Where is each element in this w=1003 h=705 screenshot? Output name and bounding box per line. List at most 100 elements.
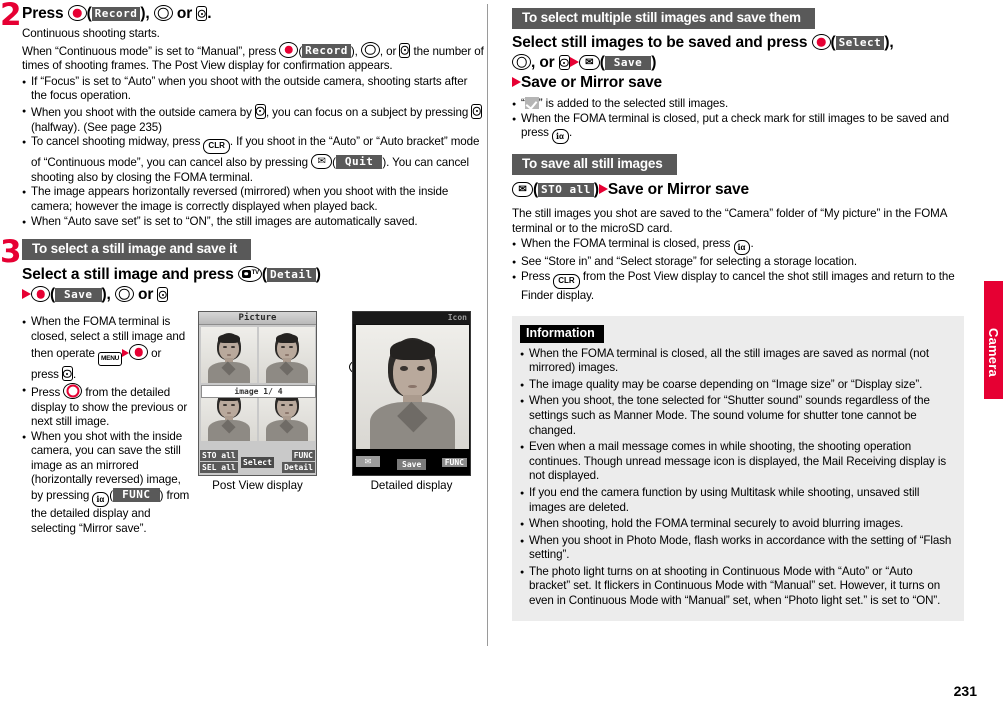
bullet-store-in: See “Store in” and “Select storage” for … xyxy=(512,255,964,270)
softkey-mail-icon[interactable]: ✉ xyxy=(356,456,380,468)
mail-key-icon xyxy=(311,154,333,170)
sa-b3-text-a: Press xyxy=(521,269,551,283)
step-3-figures-row: When the FOMA terminal is closed, select… xyxy=(22,311,484,535)
step-2-heading: Press (Record), or . xyxy=(22,5,212,22)
bullet-mirror-save: When you shot with the inside camera, yo… xyxy=(22,430,190,537)
save-all-body: The still images you shot are saved to t… xyxy=(512,207,964,303)
step-2-body: Continuous shooting starts. When “Contin… xyxy=(22,27,484,229)
bullet-outside-camera-focus: When you shoot with the outside camera b… xyxy=(22,103,484,135)
multi-heading-text: Select still images to be saved and pres… xyxy=(512,34,808,51)
i-alpha-key-icon: iα xyxy=(551,129,569,145)
center-select-key-icon xyxy=(129,344,148,361)
edge-tab-label: Camera xyxy=(986,327,1001,377)
center-select-key-icon xyxy=(31,286,50,303)
step-2: 2 Press (Record), or . Continuous shooti… xyxy=(0,0,484,229)
left-column: 2 Press (Record), or . Continuous shooti… xyxy=(0,0,484,535)
post-view-screen: Picture image 1/ 4 STO all SEL all Selec… xyxy=(198,311,317,477)
mo-key-icon xyxy=(114,286,134,303)
page-number: 231 xyxy=(953,683,977,699)
i-alpha-key-icon: iα xyxy=(733,240,751,256)
information-item: When the FOMA terminal is closed, all th… xyxy=(520,347,954,376)
arrow-right-icon xyxy=(512,77,521,87)
information-item: When shooting, hold the FOMA terminal se… xyxy=(520,517,954,532)
step-2-line-2c: , or xyxy=(379,44,397,58)
save-all-heading-text: Save or Mirror save xyxy=(607,181,749,199)
step-2-heading-press: Press xyxy=(22,5,64,22)
b2-text: When the FOMA terminal is closed, put a … xyxy=(521,111,949,140)
step-2-line-2a: When “Continuous mode” is set to “Manual… xyxy=(22,44,277,58)
column-divider xyxy=(487,4,488,646)
information-list: When the FOMA terminal is closed, all th… xyxy=(520,347,954,609)
center-select-key-icon xyxy=(67,5,87,21)
bullet-cancel-midway: To cancel shooting midway, press CLR. If… xyxy=(22,135,484,185)
bullet2-text-b: , you can focus on a subject by pressing xyxy=(265,105,469,119)
sa-b3-text-b: from the Post View display to cancel the… xyxy=(521,269,955,302)
bullet-auto-save-set: When “Auto save set” is set to “ON”, the… xyxy=(22,215,484,230)
save-all-bullets: When the FOMA terminal is closed, press … xyxy=(512,237,964,303)
mail-key-icon xyxy=(578,55,600,70)
section-save-all: To save all still images (STO all)Save o… xyxy=(512,154,964,303)
step-3-number: 3 xyxy=(0,234,22,271)
figure-detailed-display: Icon ✉ Save FUNC Detailed display xyxy=(352,311,471,493)
center-select-key-icon xyxy=(279,41,299,58)
softkey-save-label: Save xyxy=(55,288,102,303)
section-header-select-save: To select a still image and save it xyxy=(22,239,252,261)
softkey-detail[interactable]: Detail xyxy=(282,462,315,474)
i-alpha-key-icon: iα xyxy=(92,492,110,508)
camera-side-key-icon xyxy=(399,42,411,58)
bullet3-text-a: To cancel shooting midway, press xyxy=(31,135,201,149)
step-3: 3 To select a still image and save it Se… xyxy=(0,237,484,535)
clr-key-icon: CLR xyxy=(203,139,230,155)
clr-key-icon: CLR xyxy=(553,273,580,289)
softkey-sto-all[interactable]: STO all xyxy=(200,450,238,462)
thumbnail-item[interactable] xyxy=(201,327,257,384)
softkey-detail-label: Detail xyxy=(266,268,316,283)
softkey-select[interactable]: Select xyxy=(241,457,274,469)
bullet-focus-auto: If “Focus” is set to “Auto” when you sho… xyxy=(22,75,484,104)
step-3-heading-line-1: Select a still image and press TV(Detail… xyxy=(22,266,321,284)
b2-text-a: Press xyxy=(31,385,61,399)
bullet-terminal-closed-check: When the FOMA terminal is closed, put a … xyxy=(512,112,964,145)
bullet-terminal-closed: When the FOMA terminal is closed, select… xyxy=(22,315,190,383)
thumbnail-item[interactable] xyxy=(259,327,315,384)
step-3-heading-line-2: (Save), or xyxy=(22,285,484,305)
information-item: When you shoot in Photo Mode, flash work… xyxy=(520,534,954,563)
softkey-quit-label: Quit xyxy=(335,155,383,170)
arrow-right-icon xyxy=(122,349,129,358)
multi-heading-save-mirror: Save or Mirror save xyxy=(521,74,663,91)
b-text-b: ” is added to the selected still images. xyxy=(538,97,729,110)
figure-post-view: Picture image 1/ 4 STO all SEL all Selec… xyxy=(198,311,317,493)
information-item: When you shoot, the tone selected for “S… xyxy=(520,394,954,438)
information-item: Even when a mail message comes in while … xyxy=(520,440,954,484)
detailed-softkey-bar: ✉ Save FUNC xyxy=(353,449,470,476)
bullet-mirrored-image: The image appears horizontally reversed … xyxy=(22,185,484,214)
sa-b1-text: When the FOMA terminal is closed, press xyxy=(521,237,731,251)
detailed-icon-label: Icon xyxy=(447,313,467,323)
softkey-sel-all[interactable]: SEL all xyxy=(200,462,238,474)
camera-side-key-icon xyxy=(196,6,208,21)
step-3-heading-or: or xyxy=(138,286,154,304)
softkey-select-label: Select xyxy=(835,36,885,50)
multi-heading-or: , or xyxy=(531,54,555,71)
bullet-checkmark-added: “” is added to the selected still images… xyxy=(512,97,964,112)
save-all-paragraph: The still images you shot are saved to t… xyxy=(512,207,947,235)
softkey-func[interactable]: FUNC xyxy=(441,458,467,468)
softkey-save[interactable]: Save xyxy=(397,459,427,471)
information-item: If you end the camera function by using … xyxy=(520,486,954,515)
detailed-screen: Icon ✉ Save FUNC xyxy=(352,311,471,477)
mo-key-icon xyxy=(153,5,173,21)
step-2-bullets: If “Focus” is set to “Auto” when you sho… xyxy=(22,75,484,229)
step-2-heading-or: or xyxy=(176,5,193,22)
arrow-right-icon xyxy=(598,184,608,195)
step-3-heading-text: Select a still image and press xyxy=(22,266,234,284)
arrow-right-icon xyxy=(22,289,31,300)
softkey-func[interactable]: FUNC xyxy=(291,450,315,462)
checkmark-icon xyxy=(524,97,539,109)
softkey-func-label: FUNC xyxy=(113,488,160,503)
multi-bullets: “” is added to the selected still images… xyxy=(512,97,964,145)
detailed-caption: Detailed display xyxy=(370,479,453,493)
softkey-record-label: Record xyxy=(91,7,141,21)
bullet2-text-a: When you shoot with the outside camera b… xyxy=(31,105,252,119)
information-item: The photo light turns on at shooting in … xyxy=(520,565,954,609)
information-item: The image quality may be coarse dependin… xyxy=(520,378,954,393)
